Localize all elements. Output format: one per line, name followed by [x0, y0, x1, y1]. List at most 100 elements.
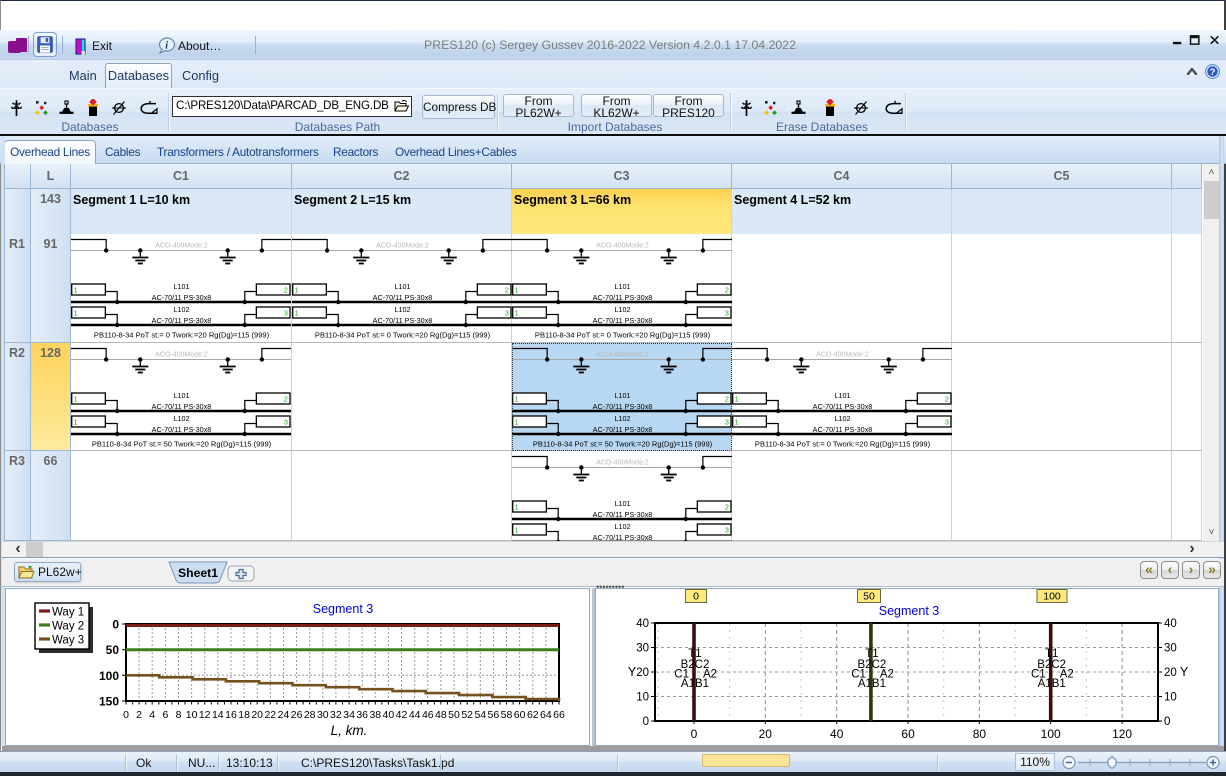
- svg-text:L101: L101: [614, 391, 630, 400]
- svg-text:40: 40: [1164, 618, 1177, 630]
- svg-text:16: 16: [225, 709, 237, 721]
- svg-text:AC-70/11 PS-30x8: AC-70/11 PS-30x8: [152, 402, 212, 411]
- svg-text:ACO-400Mode:2: ACO-400Mode:2: [596, 243, 649, 250]
- svg-text:150: 150: [99, 695, 119, 709]
- svg-text:2: 2: [725, 503, 729, 512]
- svg-text:AC-70/11 PS-30x8: AC-70/11 PS-30x8: [152, 316, 212, 325]
- svg-text:20: 20: [251, 709, 263, 721]
- svg-text:3: 3: [284, 418, 288, 427]
- svg-text:L102: L102: [173, 414, 189, 423]
- svg-text:2: 2: [725, 286, 729, 295]
- svg-text:A1B1: A1B1: [681, 678, 709, 690]
- svg-text:80: 80: [973, 727, 987, 741]
- svg-text:1: 1: [515, 526, 519, 535]
- svg-text:AC-70/11 PS-30x8: AC-70/11 PS-30x8: [373, 316, 433, 325]
- svg-text:64: 64: [540, 709, 552, 721]
- svg-text:1: 1: [74, 418, 78, 427]
- svg-text:46: 46: [422, 709, 434, 721]
- svg-text:2: 2: [945, 395, 949, 404]
- svg-text:3: 3: [725, 418, 729, 427]
- svg-text:3: 3: [725, 309, 729, 318]
- svg-text:50: 50: [448, 709, 460, 721]
- svg-text:60: 60: [514, 709, 526, 721]
- svg-text:0: 0: [691, 727, 698, 741]
- svg-text:PB110-8-34 PoT st:= 0 Twork:=2: PB110-8-34 PoT st:= 0 Twork:=20 Rg(Dg)=1…: [94, 331, 270, 340]
- svg-text:A1B1: A1B1: [858, 678, 886, 690]
- svg-text:AC-70/11 PS-30x8: AC-70/11 PS-30x8: [593, 533, 653, 541]
- svg-text:L102: L102: [614, 305, 630, 314]
- svg-text:AC-70/11 PS-30x8: AC-70/11 PS-30x8: [152, 425, 212, 434]
- svg-text:54: 54: [474, 709, 486, 721]
- svg-text:L101: L101: [614, 282, 630, 291]
- svg-text:3: 3: [505, 309, 509, 318]
- svg-text:120: 120: [1112, 727, 1132, 741]
- svg-text:L101: L101: [834, 391, 850, 400]
- svg-text:3: 3: [725, 526, 729, 535]
- svg-text:1: 1: [515, 286, 519, 295]
- svg-text:L101: L101: [614, 499, 630, 508]
- svg-text:AC-70/11 PS-30x8: AC-70/11 PS-30x8: [593, 510, 653, 519]
- svg-text:ACO-400Mode:2: ACO-400Mode:2: [816, 352, 869, 359]
- svg-text:30: 30: [1164, 643, 1177, 655]
- svg-text:20: 20: [1164, 667, 1177, 679]
- svg-text:?: ?: [1210, 67, 1216, 78]
- svg-text:PB110-8-34 PoT st:= 0 Twork:=2: PB110-8-34 PoT st:= 0 Twork:=20 Rg(Dg)=1…: [755, 440, 931, 449]
- svg-text:1: 1: [515, 309, 519, 318]
- svg-text:L102: L102: [834, 414, 850, 423]
- svg-text:ACO-400Mode:2: ACO-400Mode:2: [596, 460, 649, 467]
- svg-text:100: 100: [1041, 727, 1061, 741]
- svg-text:2: 2: [284, 286, 288, 295]
- svg-text:18: 18: [238, 709, 250, 721]
- svg-text:A1B1: A1B1: [1038, 678, 1066, 690]
- svg-text:1: 1: [735, 418, 739, 427]
- svg-text:52: 52: [461, 709, 473, 721]
- svg-text:PB110-8-34 PoT st:= 0 Twork:=2: PB110-8-34 PoT st:= 0 Twork:=20 Rg(Dg)=1…: [535, 331, 711, 340]
- svg-text:38: 38: [369, 709, 381, 721]
- svg-text:1: 1: [74, 395, 78, 404]
- svg-text:PB110-8-34 PoT st:= 50 Twork:=: PB110-8-34 PoT st:= 50 Twork:=20 Rg(Dg)=…: [92, 440, 272, 449]
- svg-text:10: 10: [186, 709, 198, 721]
- svg-text:42: 42: [396, 709, 408, 721]
- svg-text:Segment 3: Segment 3: [879, 604, 940, 618]
- svg-text:L102: L102: [614, 414, 630, 423]
- svg-text:20: 20: [759, 727, 773, 741]
- svg-text:24: 24: [278, 709, 290, 721]
- svg-text:48: 48: [435, 709, 447, 721]
- svg-text:0: 0: [693, 591, 699, 603]
- svg-text:AC-70/11 PS-30x8: AC-70/11 PS-30x8: [152, 293, 212, 302]
- svg-text:AC-70/11 PS-30x8: AC-70/11 PS-30x8: [373, 293, 433, 302]
- svg-text:10: 10: [636, 692, 649, 704]
- svg-text:66: 66: [553, 709, 565, 721]
- svg-text:1: 1: [515, 418, 519, 427]
- svg-text:Way 1: Way 1: [52, 607, 84, 619]
- svg-text:ACO-400Mode:2: ACO-400Mode:2: [155, 352, 208, 359]
- svg-text:AC-70/11 PS-30x8: AC-70/11 PS-30x8: [593, 316, 653, 325]
- svg-text:0: 0: [123, 709, 129, 721]
- svg-text:1: 1: [74, 309, 78, 318]
- svg-text:1: 1: [74, 286, 78, 295]
- svg-text:100: 100: [99, 669, 119, 683]
- svg-text:3: 3: [284, 309, 288, 318]
- svg-text:10: 10: [1164, 692, 1177, 704]
- svg-text:62: 62: [527, 709, 539, 721]
- svg-text:20: 20: [636, 667, 649, 679]
- svg-text:12: 12: [199, 709, 211, 721]
- svg-text:L101: L101: [173, 282, 189, 291]
- svg-text:Sheet1: Sheet1: [178, 566, 218, 580]
- svg-text:28: 28: [304, 709, 316, 721]
- svg-text:L102: L102: [614, 522, 630, 531]
- svg-text:30: 30: [636, 643, 649, 655]
- svg-text:50: 50: [863, 591, 875, 603]
- svg-text:22: 22: [264, 709, 276, 721]
- svg-text:3: 3: [945, 418, 949, 427]
- svg-text:32: 32: [330, 709, 342, 721]
- svg-text:40: 40: [636, 618, 649, 630]
- svg-text:PB110-8-34 PoT st:= 0 Twork:=2: PB110-8-34 PoT st:= 0 Twork:=20 Rg(Dg)=1…: [315, 331, 491, 340]
- svg-text:60: 60: [901, 727, 915, 741]
- svg-text:6: 6: [162, 709, 168, 721]
- svg-text:44: 44: [409, 709, 421, 721]
- svg-text:L102: L102: [173, 305, 189, 314]
- svg-text:40: 40: [383, 709, 395, 721]
- svg-text:AC-70/11 PS-30x8: AC-70/11 PS-30x8: [813, 402, 873, 411]
- svg-text:Way 2: Way 2: [52, 621, 84, 633]
